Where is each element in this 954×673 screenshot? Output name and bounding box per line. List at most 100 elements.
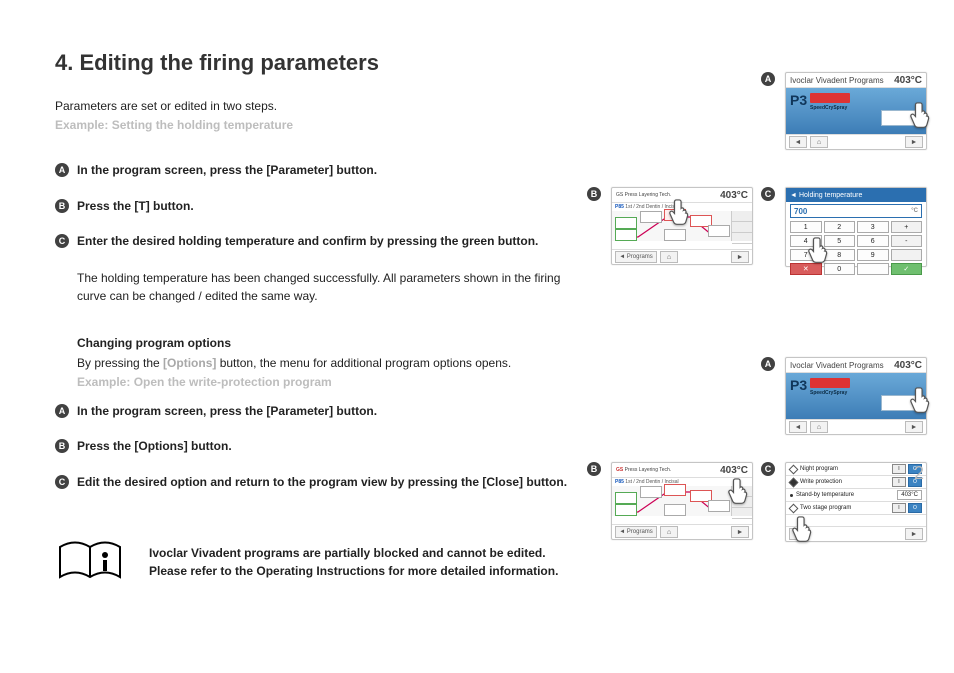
bullet-a-icon: A bbox=[55, 404, 69, 418]
subbody-post: button, the menu for additional program … bbox=[216, 356, 511, 370]
p3-sub: SpeedCrySpray bbox=[810, 105, 847, 111]
curve-chip[interactable] bbox=[615, 229, 637, 241]
nav-prev-button[interactable]: ◄ bbox=[789, 421, 807, 433]
keypad-key-blank2[interactable] bbox=[857, 263, 889, 275]
keypad-confirm-button[interactable]: ✓ bbox=[891, 263, 923, 275]
nav-prev-button[interactable]: ◄ bbox=[789, 136, 807, 148]
curve-chip[interactable] bbox=[640, 486, 662, 498]
thumb-temp: 403 bbox=[894, 360, 911, 371]
thumb-title: Ivoclar Vivadent Programs bbox=[790, 76, 884, 85]
opt-off-button[interactable]: I bbox=[892, 464, 906, 474]
thumb-b1-wrap: B GS Press Layering Tech. 403°C bbox=[611, 187, 753, 265]
keypad-key-3[interactable]: 3 bbox=[857, 221, 889, 233]
keypad-unit: °C bbox=[911, 208, 918, 214]
subbody-options: By pressing the [Options] button, the me… bbox=[77, 354, 575, 372]
thumb-program-screen: Ivoclar Vivadent Programs 403°C P3 Speed… bbox=[785, 72, 927, 150]
thumb-curve-screen: GS Press Layering Tech.403°C P85 1st / 2… bbox=[611, 462, 753, 540]
info-note-text: Ivoclar Vivadent programs are partially … bbox=[149, 544, 558, 580]
nav-home-button[interactable]: ⌂ bbox=[810, 136, 828, 148]
side-mini-btn[interactable] bbox=[732, 497, 752, 508]
p3-badge-icon bbox=[810, 378, 850, 388]
opt-standby-label: Stand-by temperature bbox=[796, 492, 854, 498]
curve-chip[interactable] bbox=[664, 504, 686, 516]
bullet-a-icon: A bbox=[55, 163, 69, 177]
step-1a-text: In the program screen, press the [Parame… bbox=[77, 162, 575, 179]
curve-chip[interactable] bbox=[640, 211, 662, 223]
nav-next-button[interactable]: ► bbox=[905, 421, 923, 433]
opt-off-button[interactable]: I bbox=[892, 503, 906, 513]
thumb-a2-wrap: A Ivoclar Vivadent Programs403°C P3 Spee… bbox=[785, 357, 927, 435]
keypad-grid: 1 2 3 + 4 5 6 - 7 8 9 ✕ 0 bbox=[786, 218, 926, 279]
curve-chip[interactable] bbox=[708, 225, 730, 237]
side-mini-btn[interactable] bbox=[732, 211, 752, 222]
example-1-label: Example: Setting the holding temperature bbox=[55, 118, 904, 132]
opt-off-button[interactable]: I bbox=[892, 477, 906, 487]
nav-next-button[interactable]: ► bbox=[905, 136, 923, 148]
keypad-cancel-button[interactable]: ✕ bbox=[790, 263, 822, 275]
thumb-temp: 403 bbox=[720, 190, 737, 201]
options-button[interactable] bbox=[732, 486, 752, 497]
nav-home-button[interactable]: ⌂ bbox=[660, 251, 678, 263]
curve-chip[interactable] bbox=[615, 217, 637, 229]
opt-on-button[interactable]: O bbox=[908, 503, 922, 513]
keypad-key-5[interactable]: 5 bbox=[824, 235, 856, 247]
thumb-titlebar: Ivoclar Vivadent Programs 403°C bbox=[786, 73, 926, 88]
curve-body: P85 1st / 2nd Dentin / Incisal bbox=[612, 203, 752, 249]
paragraph-1: The holding temperature has been changed… bbox=[77, 269, 575, 306]
keypad-key-2[interactable]: 2 bbox=[824, 221, 856, 233]
option-row-writeprotect: Write protection IO bbox=[786, 476, 926, 489]
option-row-night: Night program IO bbox=[786, 463, 926, 476]
close-button[interactable]: ◄ bbox=[789, 528, 807, 540]
keypad-key-9[interactable]: 9 bbox=[857, 249, 889, 261]
side-mini-btn[interactable] bbox=[732, 508, 752, 519]
nav-home-button[interactable]: ⌂ bbox=[660, 526, 678, 538]
keypad-key-4[interactable]: 4 bbox=[790, 235, 822, 247]
keypad-key-blank[interactable] bbox=[891, 249, 923, 261]
keypad-key-1[interactable]: 1 bbox=[790, 221, 822, 233]
parameter-button[interactable] bbox=[881, 395, 923, 411]
side-mini-btn[interactable] bbox=[732, 233, 752, 244]
t-button[interactable] bbox=[664, 209, 686, 221]
opt-night-label: Night program bbox=[800, 466, 838, 472]
opt-twostage-label: Two stage program bbox=[800, 505, 851, 511]
manual-book-icon bbox=[55, 535, 125, 590]
nav-programs-button[interactable]: ◄ Programs bbox=[615, 526, 657, 538]
subbody-grey: [Options] bbox=[163, 356, 216, 370]
diamond-filled-icon bbox=[789, 477, 799, 487]
bullet-c-icon: C bbox=[55, 234, 69, 248]
keypad-key-plus[interactable]: + bbox=[891, 221, 923, 233]
thumb-temp: 403 bbox=[894, 75, 911, 86]
side-mini-btn[interactable] bbox=[732, 222, 752, 233]
caret-left-icon[interactable]: ◄ bbox=[790, 192, 797, 199]
curve-chip[interactable] bbox=[615, 504, 637, 516]
document-page: 4. Editing the firing parameters Paramet… bbox=[0, 0, 954, 673]
keypad-key-minus[interactable]: - bbox=[891, 235, 923, 247]
nav-play-button[interactable]: ► bbox=[731, 251, 749, 263]
curve-p: P85 bbox=[615, 479, 624, 485]
opt-standby-value[interactable]: 403°C bbox=[897, 490, 922, 500]
step-2c: C Edit the desired option and return to … bbox=[55, 474, 575, 491]
thumb-c2-wrap: C 2 Night program IO Write protection IO bbox=[785, 462, 927, 542]
curve-chip[interactable] bbox=[708, 500, 730, 512]
parameter-button[interactable] bbox=[881, 110, 923, 126]
keypad-key-6[interactable]: 6 bbox=[857, 235, 889, 247]
dot-icon bbox=[790, 494, 793, 497]
p3-sub: SpeedCrySpray bbox=[810, 390, 847, 396]
nav-play-button[interactable]: ► bbox=[731, 526, 749, 538]
bullet-b-icon: B bbox=[55, 199, 69, 213]
keypad-key-8[interactable]: 8 bbox=[824, 249, 856, 261]
keypad-key-7[interactable]: 7 bbox=[790, 249, 822, 261]
curve-chip[interactable] bbox=[664, 484, 686, 496]
keypad-value: 700 bbox=[794, 207, 807, 216]
keypad-title-text: Holding temperature bbox=[799, 192, 862, 199]
thumb-nav: ◄ ⌂ ► bbox=[786, 134, 926, 149]
nav-next-button[interactable]: ► bbox=[905, 528, 923, 540]
keypad-key-0[interactable]: 0 bbox=[824, 263, 856, 275]
p3-badge-icon bbox=[810, 93, 850, 103]
curve-chip[interactable] bbox=[664, 229, 686, 241]
thumb-label-b-icon: B bbox=[587, 462, 601, 476]
thumb-keypad-screen: ◄ Holding temperature 700 °C 1 2 3 + 4 5 bbox=[785, 187, 927, 267]
curve-chip[interactable] bbox=[615, 492, 637, 504]
nav-home-button[interactable]: ⌂ bbox=[810, 421, 828, 433]
nav-programs-button[interactable]: ◄ Programs bbox=[615, 251, 657, 263]
